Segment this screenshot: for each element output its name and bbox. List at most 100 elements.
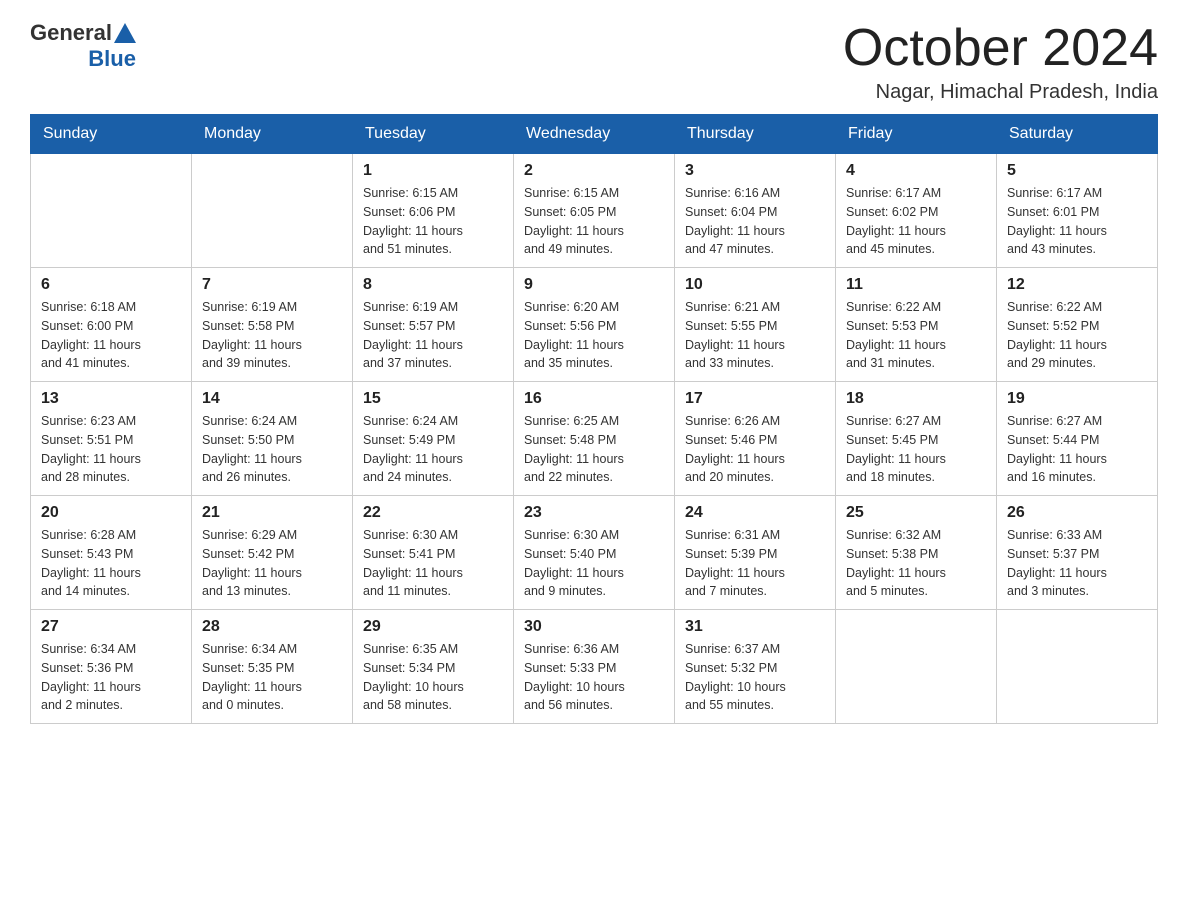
col-wednesday: Wednesday (514, 115, 675, 154)
table-row: 9 Sunrise: 6:20 AMSunset: 5:56 PMDaylight… (514, 268, 675, 382)
day-info: Sunrise: 6:30 AMSunset: 5:41 PMDaylight:… (363, 526, 503, 601)
day-number: 30 (524, 618, 664, 636)
day-number: 26 (1007, 504, 1147, 522)
col-tuesday: Tuesday (353, 115, 514, 154)
day-info: Sunrise: 6:22 AMSunset: 5:52 PMDaylight:… (1007, 298, 1147, 373)
day-number: 31 (685, 618, 825, 636)
table-row: 22 Sunrise: 6:30 AMSunset: 5:41 PMDayligh… (353, 496, 514, 610)
day-info: Sunrise: 6:17 AMSunset: 6:01 PMDaylight:… (1007, 184, 1147, 259)
page-header: General Blue October 2024 Nagar, Himacha… (30, 20, 1158, 104)
day-number: 7 (202, 276, 342, 294)
day-info: Sunrise: 6:20 AMSunset: 5:56 PMDaylight:… (524, 298, 664, 373)
table-row: 16Sunrise: 6:25 AMSunset: 5:48 PMDayligh… (514, 382, 675, 496)
col-monday: Monday (192, 115, 353, 154)
day-info: Sunrise: 6:23 AMSunset: 5:51 PMDaylight:… (41, 412, 181, 487)
calendar-week-2: 6 Sunrise: 6:18 AMSunset: 6:00 PMDaylight… (31, 268, 1158, 382)
table-row: 1 Sunrise: 6:15 AMSunset: 6:06 PMDaylight… (353, 154, 514, 268)
day-number: 18 (846, 390, 986, 408)
table-row: 10 Sunrise: 6:21 AMSunset: 5:55 PMDayligh… (675, 268, 836, 382)
day-info: Sunrise: 6:22 AMSunset: 5:53 PMDaylight:… (846, 298, 986, 373)
day-number: 6 (41, 276, 181, 294)
day-info: Sunrise: 6:33 AMSunset: 5:37 PMDaylight:… (1007, 526, 1147, 601)
table-row: 15 Sunrise: 6:24 AMSunset: 5:49 PMDayligh… (353, 382, 514, 496)
day-number: 24 (685, 504, 825, 522)
table-row: 5 Sunrise: 6:17 AMSunset: 6:01 PMDaylight… (997, 154, 1158, 268)
day-number: 10 (685, 276, 825, 294)
table-row (997, 610, 1158, 724)
day-info: Sunrise: 6:17 AMSunset: 6:02 PMDaylight:… (846, 184, 986, 259)
day-info: Sunrise: 6:18 AMSunset: 6:00 PMDaylight:… (41, 298, 181, 373)
calendar-week-3: 13 Sunrise: 6:23 AMSunset: 5:51 PMDayligh… (31, 382, 1158, 496)
day-number: 1 (363, 162, 503, 180)
calendar-week-4: 20Sunrise: 6:28 AMSunset: 5:43 PMDayligh… (31, 496, 1158, 610)
table-row: 29Sunrise: 6:35 AMSunset: 5:34 PMDayligh… (353, 610, 514, 724)
day-number: 21 (202, 504, 342, 522)
table-row: 12 Sunrise: 6:22 AMSunset: 5:52 PMDayligh… (997, 268, 1158, 382)
day-number: 20 (41, 504, 181, 522)
day-info: Sunrise: 6:27 AMSunset: 5:45 PMDaylight:… (846, 412, 986, 487)
day-info: Sunrise: 6:32 AMSunset: 5:38 PMDaylight:… (846, 526, 986, 601)
calendar-table: Sunday Monday Tuesday Wednesday Thursday… (30, 114, 1158, 724)
table-row (31, 154, 192, 268)
day-number: 19 (1007, 390, 1147, 408)
day-info: Sunrise: 6:21 AMSunset: 5:55 PMDaylight:… (685, 298, 825, 373)
table-row: 28 Sunrise: 6:34 AMSunset: 5:35 PMDayligh… (192, 610, 353, 724)
table-row: 26 Sunrise: 6:33 AMSunset: 5:37 PMDayligh… (997, 496, 1158, 610)
day-info: Sunrise: 6:24 AMSunset: 5:49 PMDaylight:… (363, 412, 503, 487)
logo-general: General (30, 20, 112, 46)
day-info: Sunrise: 6:15 AMSunset: 6:05 PMDaylight:… (524, 184, 664, 259)
day-info: Sunrise: 6:31 AMSunset: 5:39 PMDaylight:… (685, 526, 825, 601)
day-info: Sunrise: 6:29 AMSunset: 5:42 PMDaylight:… (202, 526, 342, 601)
day-number: 17 (685, 390, 825, 408)
day-info: Sunrise: 6:30 AMSunset: 5:40 PMDaylight:… (524, 526, 664, 601)
calendar-header-row: Sunday Monday Tuesday Wednesday Thursday… (31, 115, 1158, 154)
calendar-week-1: 1 Sunrise: 6:15 AMSunset: 6:06 PMDaylight… (31, 154, 1158, 268)
day-info: Sunrise: 6:15 AMSunset: 6:06 PMDaylight:… (363, 184, 503, 259)
day-number: 25 (846, 504, 986, 522)
table-row: 4 Sunrise: 6:17 AMSunset: 6:02 PMDaylight… (836, 154, 997, 268)
logo-blue: Blue (88, 46, 136, 72)
day-info: Sunrise: 6:24 AMSunset: 5:50 PMDaylight:… (202, 412, 342, 487)
day-info: Sunrise: 6:36 AMSunset: 5:33 PMDaylight:… (524, 640, 664, 715)
day-info: Sunrise: 6:19 AMSunset: 5:58 PMDaylight:… (202, 298, 342, 373)
day-info: Sunrise: 6:34 AMSunset: 5:35 PMDaylight:… (202, 640, 342, 715)
day-number: 11 (846, 276, 986, 294)
day-info: Sunrise: 6:16 AMSunset: 6:04 PMDaylight:… (685, 184, 825, 259)
day-info: Sunrise: 6:19 AMSunset: 5:57 PMDaylight:… (363, 298, 503, 373)
table-row: 25 Sunrise: 6:32 AMSunset: 5:38 PMDayligh… (836, 496, 997, 610)
table-row: 14 Sunrise: 6:24 AMSunset: 5:50 PMDayligh… (192, 382, 353, 496)
title-area: October 2024 Nagar, Himachal Pradesh, In… (843, 20, 1158, 104)
day-number: 22 (363, 504, 503, 522)
col-saturday: Saturday (997, 115, 1158, 154)
table-row: 2 Sunrise: 6:15 AMSunset: 6:05 PMDaylight… (514, 154, 675, 268)
table-row: 19 Sunrise: 6:27 AMSunset: 5:44 PMDayligh… (997, 382, 1158, 496)
table-row: 23Sunrise: 6:30 AMSunset: 5:40 PMDayligh… (514, 496, 675, 610)
day-info: Sunrise: 6:27 AMSunset: 5:44 PMDaylight:… (1007, 412, 1147, 487)
day-number: 14 (202, 390, 342, 408)
table-row: 17 Sunrise: 6:26 AMSunset: 5:46 PMDayligh… (675, 382, 836, 496)
day-number: 13 (41, 390, 181, 408)
day-number: 12 (1007, 276, 1147, 294)
day-number: 29 (363, 618, 503, 636)
table-row: 21 Sunrise: 6:29 AMSunset: 5:42 PMDayligh… (192, 496, 353, 610)
col-friday: Friday (836, 115, 997, 154)
day-number: 9 (524, 276, 664, 294)
logo: General Blue (30, 20, 136, 72)
day-number: 2 (524, 162, 664, 180)
day-number: 28 (202, 618, 342, 636)
location-title: Nagar, Himachal Pradesh, India (843, 81, 1158, 104)
day-number: 5 (1007, 162, 1147, 180)
day-info: Sunrise: 6:26 AMSunset: 5:46 PMDaylight:… (685, 412, 825, 487)
table-row: 6 Sunrise: 6:18 AMSunset: 6:00 PMDaylight… (31, 268, 192, 382)
day-number: 15 (363, 390, 503, 408)
col-thursday: Thursday (675, 115, 836, 154)
day-info: Sunrise: 6:34 AMSunset: 5:36 PMDaylight:… (41, 640, 181, 715)
table-row: 30 Sunrise: 6:36 AMSunset: 5:33 PMDayligh… (514, 610, 675, 724)
day-number: 8 (363, 276, 503, 294)
table-row: 13 Sunrise: 6:23 AMSunset: 5:51 PMDayligh… (31, 382, 192, 496)
table-row: 24 Sunrise: 6:31 AMSunset: 5:39 PMDayligh… (675, 496, 836, 610)
day-number: 27 (41, 618, 181, 636)
month-title: October 2024 (843, 20, 1158, 77)
day-number: 16 (524, 390, 664, 408)
day-number: 4 (846, 162, 986, 180)
